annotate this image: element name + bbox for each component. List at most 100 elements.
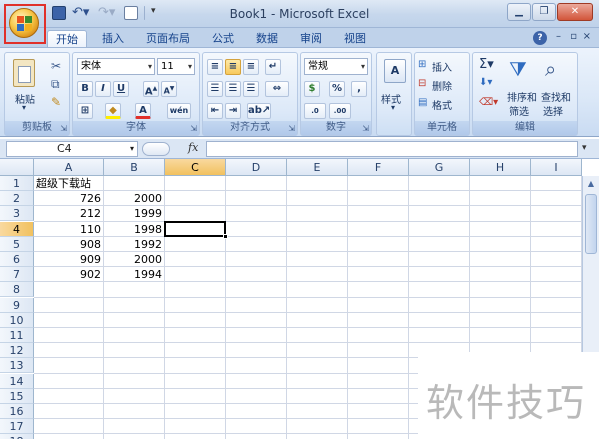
row-header-2[interactable]: 2 [0, 191, 34, 207]
increase-indent-icon[interactable]: ⇥ [225, 103, 241, 119]
cell-a1[interactable]: 超级下载站 [36, 176, 106, 191]
column-header-b[interactable]: B [104, 159, 165, 176]
tab-page-layout[interactable]: 页面布局 [146, 30, 190, 48]
tab-view[interactable]: 视图 [344, 30, 366, 48]
fill-color-icon[interactable]: ◆ [105, 103, 121, 119]
number-launcher-icon[interactable]: ⇲ [362, 124, 369, 133]
row-header-17[interactable]: 17 [0, 419, 34, 435]
close-button[interactable]: ✕ [557, 3, 593, 21]
expand-formula-bar-icon[interactable]: ▾ [582, 143, 587, 153]
align-bottom-icon[interactable]: ≡ [243, 59, 259, 75]
name-box[interactable]: C4 ▾ [6, 141, 138, 157]
wrap-text-icon[interactable]: ↵ [265, 59, 281, 75]
row-header-16[interactable]: 16 [0, 404, 34, 419]
orientation-icon[interactable]: ab↗ [247, 103, 271, 119]
paste-dropdown-icon[interactable]: ▾ [22, 103, 26, 112]
increase-decimal-icon[interactable]: .0 [304, 103, 326, 119]
find-select-label-2[interactable]: 选择 [543, 103, 563, 118]
tab-insert[interactable]: 插入 [102, 30, 124, 48]
insert-cells-button[interactable]: 插入 [432, 59, 452, 74]
cell-b6[interactable]: 2000 [104, 252, 165, 267]
font-color-icon[interactable]: A [135, 103, 151, 119]
cell-a4[interactable]: 110 [34, 222, 104, 237]
copy-icon[interactable]: ⧉ [51, 77, 60, 92]
shrink-font-button[interactable]: A▼ [161, 81, 177, 97]
font-name-select[interactable]: 宋体 ▾ [77, 58, 155, 75]
row-header-4[interactable]: 4 [0, 221, 34, 237]
column-header-e[interactable]: E [287, 159, 348, 176]
row-header-13[interactable]: 13 [0, 358, 34, 374]
row-header-6[interactable]: 6 [0, 252, 34, 267]
cell-a5[interactable]: 908 [34, 237, 104, 252]
cell-b7[interactable]: 1994 [104, 267, 165, 282]
restore-button[interactable]: ❐ [532, 3, 556, 21]
column-header-f[interactable]: F [348, 159, 409, 176]
align-top-icon[interactable]: ≡ [207, 59, 223, 75]
styles-dropdown-icon[interactable]: ▾ [391, 103, 395, 112]
format-cells-button[interactable]: 格式 [432, 97, 452, 112]
scroll-up-icon[interactable]: ▲ [583, 176, 599, 192]
row-header-8[interactable]: 8 [0, 282, 34, 298]
help-icon[interactable]: ? [533, 31, 547, 45]
tab-data[interactable]: 数据 [256, 30, 278, 48]
sort-filter-label-2[interactable]: 筛选 [509, 103, 529, 118]
insert-function-icon[interactable]: fx [188, 141, 198, 154]
italic-button[interactable]: I [95, 81, 111, 97]
cell-b5[interactable]: 1992 [104, 237, 165, 252]
clear-icon[interactable]: ⌫▾ [479, 97, 498, 108]
phonetic-icon[interactable]: wén [167, 103, 191, 119]
row-header-12[interactable]: 12 [0, 343, 34, 359]
align-left-icon[interactable]: ☰ [207, 81, 223, 97]
decrease-decimal-icon[interactable]: .00 [329, 103, 351, 119]
column-header-h[interactable]: H [470, 159, 531, 176]
row-header-7[interactable]: 7 [0, 267, 34, 283]
cell-a2[interactable]: 726 [34, 191, 104, 206]
row-header-15[interactable]: 15 [0, 388, 34, 404]
grow-font-button[interactable]: A▲ [143, 81, 159, 97]
align-middle-icon[interactable]: ≡ [225, 59, 241, 75]
find-select-icon[interactable]: ⌕ [545, 57, 569, 83]
column-header-g[interactable]: G [409, 159, 470, 176]
column-header-c[interactable]: C [165, 159, 226, 176]
comma-style-icon[interactable]: , [351, 81, 367, 97]
formula-bar-resize-handle[interactable] [142, 142, 170, 156]
font-size-select[interactable]: 11 ▾ [157, 58, 195, 75]
cell-b2[interactable]: 2000 [104, 191, 165, 206]
styles-icon[interactable]: A [384, 59, 406, 83]
row-header-9[interactable]: 9 [0, 297, 34, 313]
decrease-indent-icon[interactable]: ⇤ [207, 103, 223, 119]
cell-a6[interactable]: 909 [34, 252, 104, 267]
minimize-button[interactable]: ▁ [507, 3, 531, 21]
sort-filter-icon[interactable]: ⧩ [509, 57, 533, 83]
row-header-10[interactable]: 10 [0, 312, 34, 328]
percent-icon[interactable]: % [329, 81, 345, 97]
column-header-d[interactable]: D [226, 159, 287, 176]
fill-handle[interactable] [223, 233, 228, 239]
underline-button[interactable]: U [113, 81, 129, 97]
select-all-corner[interactable] [0, 159, 34, 176]
clipboard-launcher-icon[interactable]: ⇲ [60, 124, 67, 133]
office-button[interactable] [4, 4, 46, 44]
tab-formulas[interactable]: 公式 [212, 30, 234, 48]
find-select-label-1[interactable]: 查找和 [541, 89, 571, 104]
font-launcher-icon[interactable]: ⇲ [190, 124, 197, 133]
cell-b4[interactable]: 1998 [104, 222, 165, 237]
row-header-1[interactable]: 1 [0, 176, 34, 191]
align-center-icon[interactable]: ☰ [225, 81, 241, 97]
cell-b3[interactable]: 1999 [104, 206, 165, 221]
ribbon-restore-icon[interactable]: ▫ [570, 31, 577, 42]
delete-cells-button[interactable]: 删除 [432, 78, 452, 93]
fill-icon[interactable]: ⬇▾ [479, 77, 492, 88]
cut-icon[interactable]: ✂ [51, 59, 61, 73]
row-header-14[interactable]: 14 [0, 373, 34, 389]
cell-a3[interactable]: 212 [34, 206, 104, 221]
borders-icon[interactable]: ⊞ [77, 103, 93, 119]
tab-home[interactable]: 开始 [47, 30, 87, 48]
merge-center-icon[interactable]: ⇔ [265, 81, 289, 97]
alignment-launcher-icon[interactable]: ⇲ [288, 124, 295, 133]
column-header-i[interactable]: I [531, 159, 582, 176]
scrollbar-thumb[interactable] [585, 194, 597, 254]
row-header-11[interactable]: 11 [0, 328, 34, 343]
accounting-format-icon[interactable]: $ [304, 81, 320, 97]
tab-review[interactable]: 审阅 [300, 30, 322, 48]
